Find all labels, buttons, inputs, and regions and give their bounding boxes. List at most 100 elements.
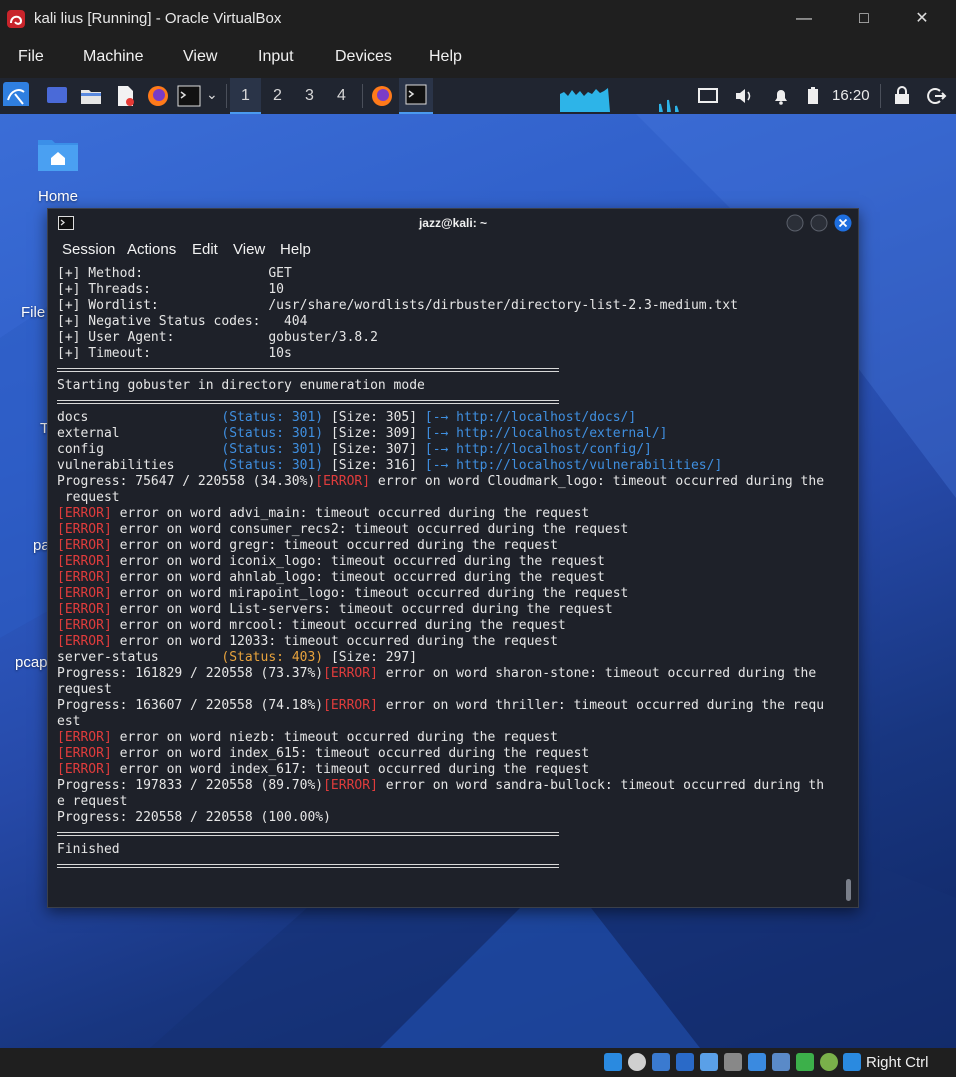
terminal-text: error on word sharon-stone: timeout occu…	[377, 666, 817, 681]
terminal-launcher-icon[interactable]	[177, 84, 201, 108]
virtualbox-titlebar: kali lius [Running] - Oracle VirtualBox …	[0, 0, 956, 38]
terminal-line: [ERROR] error on word index_617: timeout…	[57, 762, 847, 778]
firefox-icon[interactable]	[146, 84, 170, 108]
menu-file[interactable]: File	[18, 48, 44, 66]
terminal-task-icon	[405, 84, 427, 105]
desktop-icon-pcap-label[interactable]: pcap	[15, 654, 48, 671]
terminal-line: [ERROR] error on word iconix_logo: timeo…	[57, 554, 847, 570]
display-icon[interactable]	[697, 84, 719, 108]
terminal-text: [+] Timeout: 10s	[57, 346, 292, 361]
terminal-text: request	[57, 490, 120, 505]
status-code: (Status: 301)	[221, 442, 324, 457]
terminal-maximize-button[interactable]	[810, 214, 828, 232]
panel-separator	[880, 84, 881, 108]
workspace-4[interactable]: 4	[326, 78, 357, 114]
file-manager-icon[interactable]	[79, 84, 103, 108]
terminal-text: [+] Threads: 10	[57, 282, 284, 297]
host-key-label: Right Ctrl	[866, 1054, 929, 1071]
menu-input[interactable]: Input	[258, 48, 294, 66]
minimize-button[interactable]: —	[784, 6, 824, 32]
logout-icon[interactable]	[925, 84, 947, 108]
terminal-menu-actions[interactable]: Actions	[127, 241, 176, 258]
error-tag: [ERROR]	[323, 666, 378, 681]
usb-icon[interactable]	[700, 1053, 718, 1071]
terminal-minimize-button[interactable]	[786, 214, 804, 232]
redirect-url: [-→ http://localhost/docs/]	[424, 410, 637, 425]
terminal-text: Progress: 75647 / 220558 (34.30%)	[57, 474, 316, 489]
panel-separator	[226, 84, 227, 108]
terminal-line: request	[57, 490, 847, 506]
terminal-line: config (Status: 301) [Size: 307] [-→ htt…	[57, 442, 847, 458]
home-folder-icon[interactable]	[37, 136, 79, 172]
kali-menu-icon[interactable]	[3, 82, 29, 106]
terminal-line: [ERROR] error on word index_615: timeout…	[57, 746, 847, 762]
virtualbox-menubar: File Machine View Input Devices Help	[0, 38, 956, 78]
workspace-1[interactable]: 1	[230, 78, 261, 114]
error-tag: [ERROR]	[57, 538, 112, 553]
menu-devices[interactable]: Devices	[335, 48, 392, 66]
terminal-line: e request	[57, 794, 847, 810]
notifications-icon[interactable]	[770, 84, 792, 108]
terminal-text: error on word thriller: timeout occurred…	[377, 698, 825, 713]
workspace-2[interactable]: 2	[262, 78, 293, 114]
error-tag: [ERROR]	[57, 522, 112, 537]
terminal-text: error on word Cloudmark_logo: timeout oc…	[370, 474, 825, 489]
audio-icon[interactable]	[652, 1053, 670, 1071]
error-tag: [ERROR]	[57, 570, 112, 585]
terminal-text: config	[57, 442, 222, 457]
status-code: (Status: 301)	[221, 458, 324, 473]
terminal-line: Starting gobuster in directory enumerati…	[57, 378, 847, 394]
mouse-integration-icon[interactable]	[820, 1053, 838, 1071]
terminal-scrollbar[interactable]	[846, 879, 851, 901]
desktop-icon-file-label[interactable]: File	[21, 304, 45, 321]
terminal-titlebar[interactable]: jazz@kali: ~	[48, 209, 858, 237]
menu-machine[interactable]: Machine	[83, 48, 143, 66]
error-tag: [ERROR]	[57, 730, 112, 745]
terminal-menu-view[interactable]: View	[233, 241, 265, 258]
volume-icon[interactable]	[733, 84, 755, 108]
optical-drive-icon[interactable]	[628, 1053, 646, 1071]
terminal-text: Progress: 220558 / 220558 (100.00%)	[57, 810, 331, 825]
display-status-icon[interactable]	[748, 1053, 766, 1071]
terminal-text: [Size: 309]	[323, 426, 425, 441]
terminal-text: error on word advi_main: timeout occurre…	[111, 506, 590, 521]
hard-disk-icon[interactable]	[604, 1053, 622, 1071]
terminal-output[interactable]: [+] Method: GET [+] Threads: 10 [+] Wordli…	[57, 266, 847, 896]
terminal-text: Progress: 161829 / 220558 (73.37%)	[57, 666, 324, 681]
keyboard-capture-icon[interactable]	[843, 1053, 861, 1071]
terminal-title: jazz@kali: ~	[418, 216, 488, 230]
text-editor-icon[interactable]	[113, 84, 137, 108]
video-capture-icon[interactable]	[772, 1053, 790, 1071]
terminal-menu-session[interactable]: Session	[62, 241, 115, 258]
terminal-text: Progress: 197833 / 220558 (89.70%)	[57, 778, 324, 793]
show-desktop-icon[interactable]	[45, 84, 69, 108]
lock-icon[interactable]	[892, 84, 912, 108]
guest-desktop: ⌄ 1 2 3 4 16:20 Home File T pa pcap jazz…	[0, 78, 956, 1048]
terminal-task-button[interactable]	[399, 78, 433, 114]
virtualization-icon[interactable]	[796, 1053, 814, 1071]
terminal-text: [Size: 307]	[323, 442, 425, 457]
menu-view[interactable]: View	[183, 48, 217, 66]
panel-separator	[362, 84, 363, 108]
chevron-down-icon[interactable]: ⌄	[206, 86, 218, 103]
workspace-3[interactable]: 3	[294, 78, 325, 114]
terminal-menu-edit[interactable]: Edit	[192, 241, 218, 258]
clock[interactable]: 16:20	[832, 87, 870, 104]
terminal-text: error on word 12033: timeout occurred du…	[111, 634, 558, 649]
battery-icon[interactable]	[804, 84, 822, 108]
separator-rule	[57, 362, 847, 378]
terminal-text: Starting gobuster in directory enumerati…	[57, 378, 425, 393]
maximize-button[interactable]: □	[844, 6, 884, 32]
menu-help[interactable]: Help	[429, 48, 462, 66]
network-icon[interactable]	[676, 1053, 694, 1071]
desktop-icon-home-label[interactable]: Home	[38, 188, 78, 205]
redirect-url: [-→ http://localhost/config/]	[424, 442, 652, 457]
terminal-text: [+] Wordlist: /usr/share/wordlists/dirbu…	[57, 298, 738, 313]
shared-folders-icon[interactable]	[724, 1053, 742, 1071]
close-button[interactable]: ✕	[902, 6, 942, 32]
cpu-graph	[560, 88, 679, 112]
separator-rule	[57, 858, 847, 874]
terminal-menu-help[interactable]: Help	[280, 241, 311, 258]
terminal-text: [+] Negative Status codes: 404	[57, 314, 308, 329]
firefox-task-icon[interactable]	[370, 84, 394, 108]
